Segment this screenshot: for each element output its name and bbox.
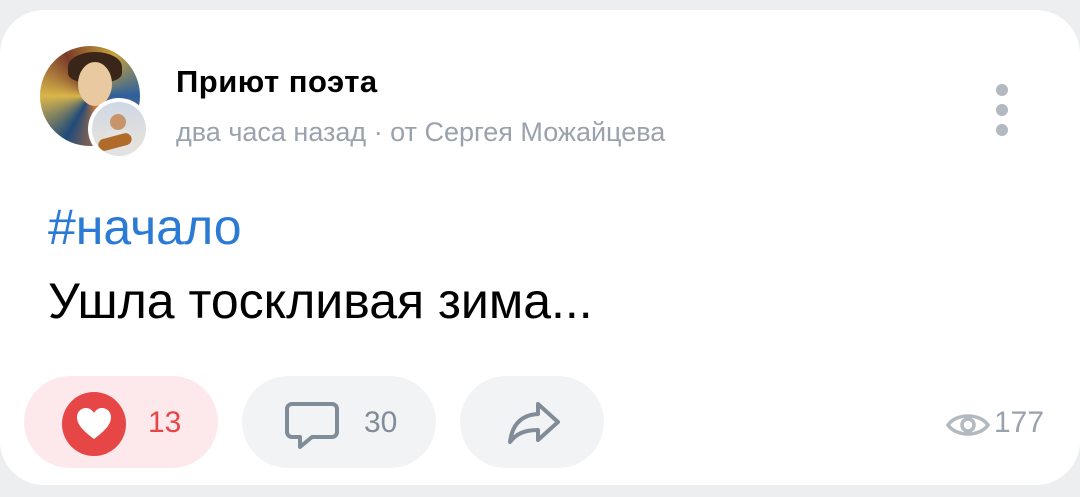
hashtag-link[interactable]: #начало [48, 198, 242, 256]
post-card: Приют поэта два часа назад · от Сергея М… [0, 10, 1080, 485]
eye-icon [946, 414, 990, 436]
heart-icon [62, 392, 126, 456]
like-count: 13 [148, 406, 182, 439]
like-button[interactable]: 13 [24, 376, 218, 468]
post-meta[interactable]: два часа назад · от Сергея Можайцева [176, 117, 665, 148]
comment-count: 30 [364, 406, 398, 439]
comment-button[interactable]: 30 [242, 376, 436, 468]
share-arrow-icon [508, 402, 560, 444]
author-avatar-image [92, 102, 146, 156]
post-text: Ушла тоскливая зима... [48, 273, 593, 329]
group-name[interactable]: Приют поэта [176, 64, 378, 100]
more-vertical-icon[interactable] [990, 84, 1014, 136]
comment-icon [285, 402, 339, 449]
author-head-shape [110, 114, 126, 130]
author-avatar[interactable] [88, 98, 150, 160]
views-count: 177 [994, 406, 1045, 439]
share-button[interactable] [460, 376, 604, 468]
